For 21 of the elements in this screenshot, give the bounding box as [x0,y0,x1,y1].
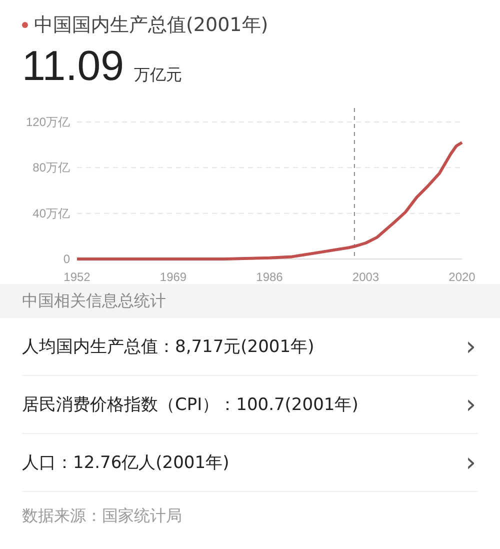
x-axis-label: 1952 [64,270,90,284]
chart-title: 中国国内生产总值(2001年) [34,13,268,38]
bullet-icon [22,22,28,28]
y-axis-label: 120万亿 [26,115,70,129]
chevron-icon: › [466,390,478,420]
unit-label: 万亿元 [134,65,182,86]
gdp-value: 11.09 [22,42,124,90]
x-axis-label: 2020 [448,270,476,284]
list-item[interactable]: 人均国内生产总值：8,717元(2001年) › [22,318,478,376]
section-header: 中国相关信息总统计 [0,284,500,318]
x-axis-label: 2003 [352,270,380,284]
x-axis-label: 1986 [256,270,283,284]
y-axis-label: 40万亿 [32,206,70,220]
chevron-icon: › [466,332,478,362]
source-note: 数据来源：国家统计局 [21,505,183,527]
list-item[interactable]: 人口：12.76亿人(2001年) › [22,434,478,492]
list-item[interactable]: 居民消费价格指数（CPI）：100.7(2001年) › [22,376,478,434]
y-axis-label: 0 [63,252,70,266]
y-axis-label: 80万亿 [32,160,70,175]
x-axis-label: 1969 [160,270,187,284]
chevron-icon: › [466,448,478,478]
